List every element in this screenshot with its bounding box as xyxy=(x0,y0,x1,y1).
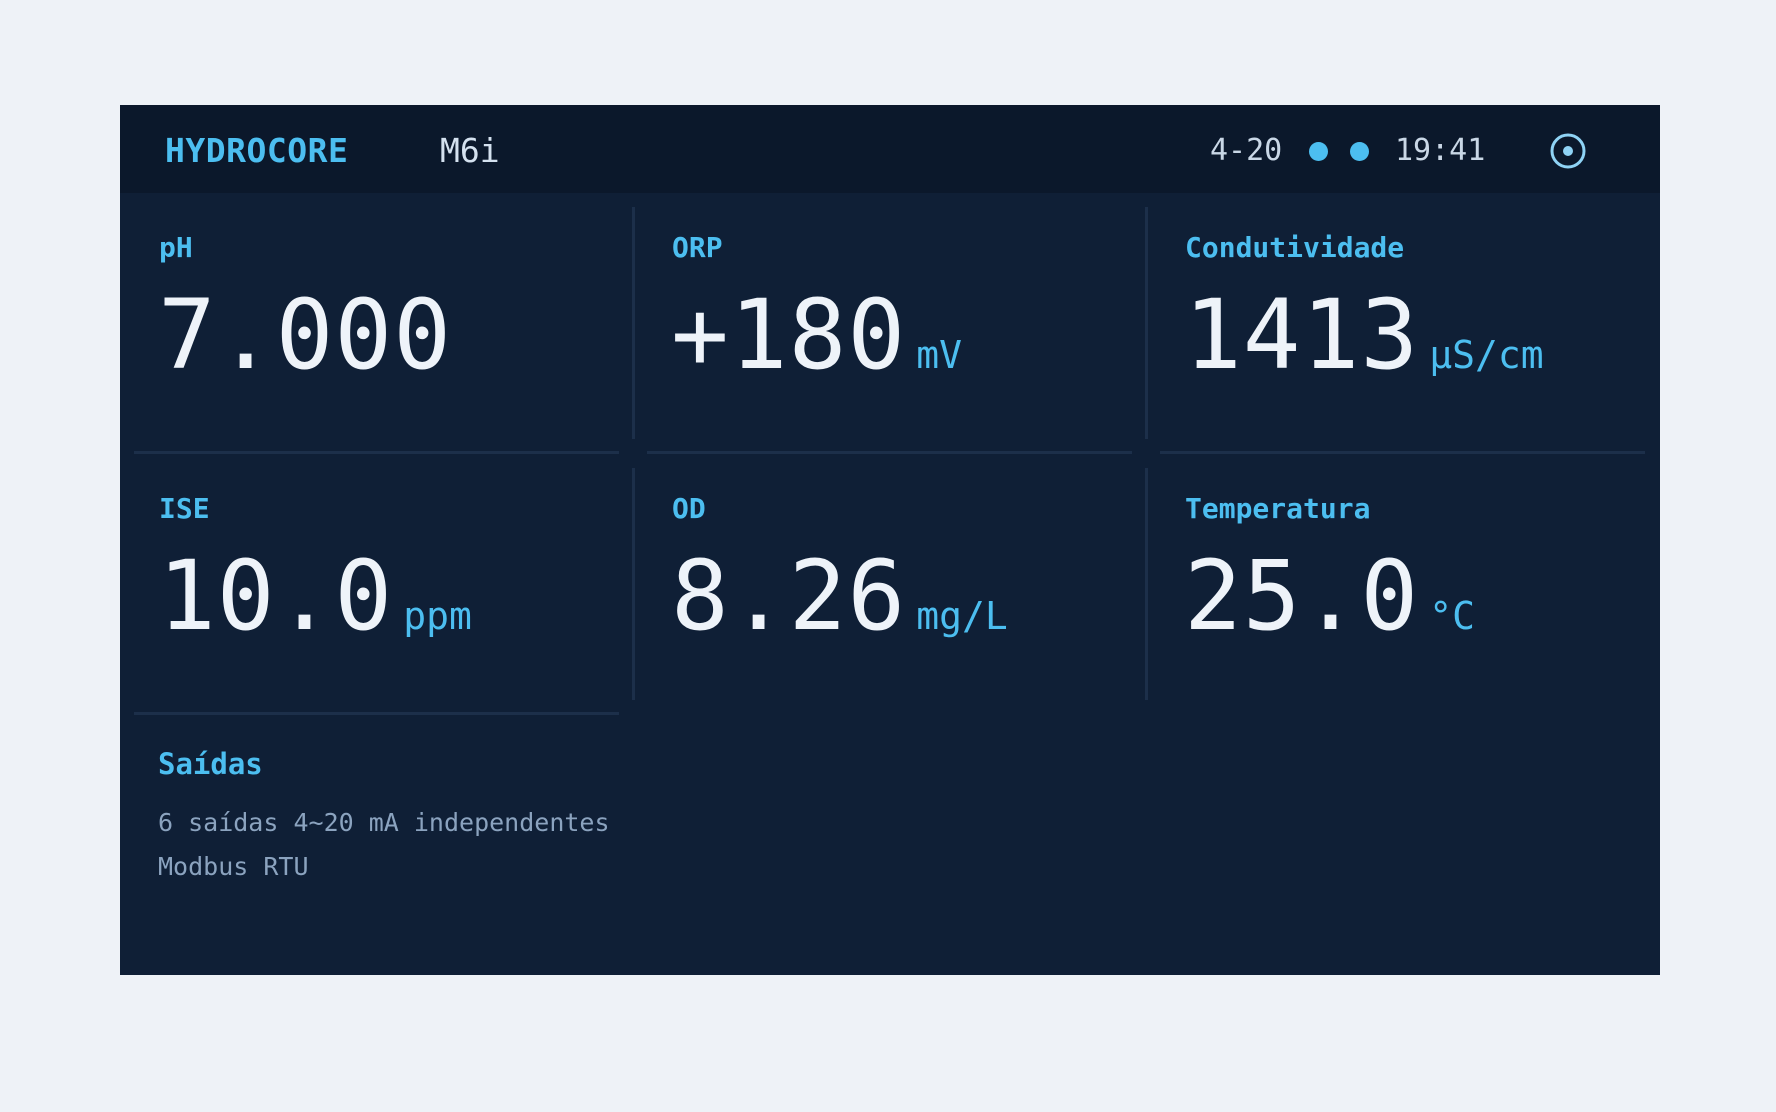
reading-unit: °C xyxy=(1429,594,1475,638)
reading-value: 25.0 xyxy=(1184,540,1420,652)
reading-value: 7.000 xyxy=(158,279,452,391)
reading-label: Condutividade xyxy=(1185,231,1405,264)
reading-label: OD xyxy=(672,492,706,525)
reading-label: Temperatura xyxy=(1185,492,1371,525)
reading-value-group: 1413 µS/cm xyxy=(1184,285,1544,385)
brand-name: HYDROCORE xyxy=(165,131,349,170)
reading-cell-orp[interactable]: ORP +180 mV xyxy=(647,193,1160,451)
signal-range: 4-20 xyxy=(1210,133,1283,168)
reading-value-group: 8.26 mg/L xyxy=(671,546,1008,646)
outputs-description: 6 saídas 4~20 mA independentes xyxy=(158,808,610,837)
reading-label: ISE xyxy=(159,492,210,525)
reading-unit: mg/L xyxy=(916,594,1008,638)
status-dot-icon xyxy=(1350,142,1369,161)
clock: 19:41 xyxy=(1395,133,1486,168)
reading-label: ORP xyxy=(672,231,723,264)
reading-cell-temperature[interactable]: Temperatura 25.0 °C xyxy=(1160,454,1673,712)
divider xyxy=(134,712,619,715)
reading-value: 1413 xyxy=(1184,279,1420,391)
status-dot-icon xyxy=(1309,142,1328,161)
reading-value-group: 10.0 ppm xyxy=(158,546,472,646)
reading-value-group: +180 mV xyxy=(671,285,962,385)
reading-value: 8.26 xyxy=(671,540,907,652)
reading-value: +180 xyxy=(671,279,907,391)
reading-value-group: 7.000 xyxy=(158,285,462,385)
reading-label: pH xyxy=(159,231,193,264)
model-name: M6i xyxy=(440,131,500,170)
reading-cell-ph[interactable]: pH 7.000 xyxy=(134,193,647,451)
reading-unit: ppm xyxy=(403,594,472,638)
reading-cell-conductivity[interactable]: Condutividade 1413 µS/cm xyxy=(1160,193,1673,451)
reading-unit: mV xyxy=(916,333,962,377)
device-screen: HYDROCORE M6i 4-20 19:41 pH 7.000 ORP +1… xyxy=(120,105,1660,975)
reading-unit: µS/cm xyxy=(1429,333,1544,377)
reading-value: 10.0 xyxy=(158,540,394,652)
outputs-title: Saídas xyxy=(158,747,263,781)
reading-cell-ise[interactable]: ISE 10.0 ppm xyxy=(134,454,647,712)
reading-cell-od[interactable]: OD 8.26 mg/L xyxy=(647,454,1160,712)
outputs-protocol: Modbus RTU xyxy=(158,852,309,881)
top-bar: HYDROCORE M6i 4-20 19:41 xyxy=(120,105,1660,193)
reading-value-group: 25.0 °C xyxy=(1184,546,1475,646)
target-icon[interactable] xyxy=(1550,133,1586,169)
